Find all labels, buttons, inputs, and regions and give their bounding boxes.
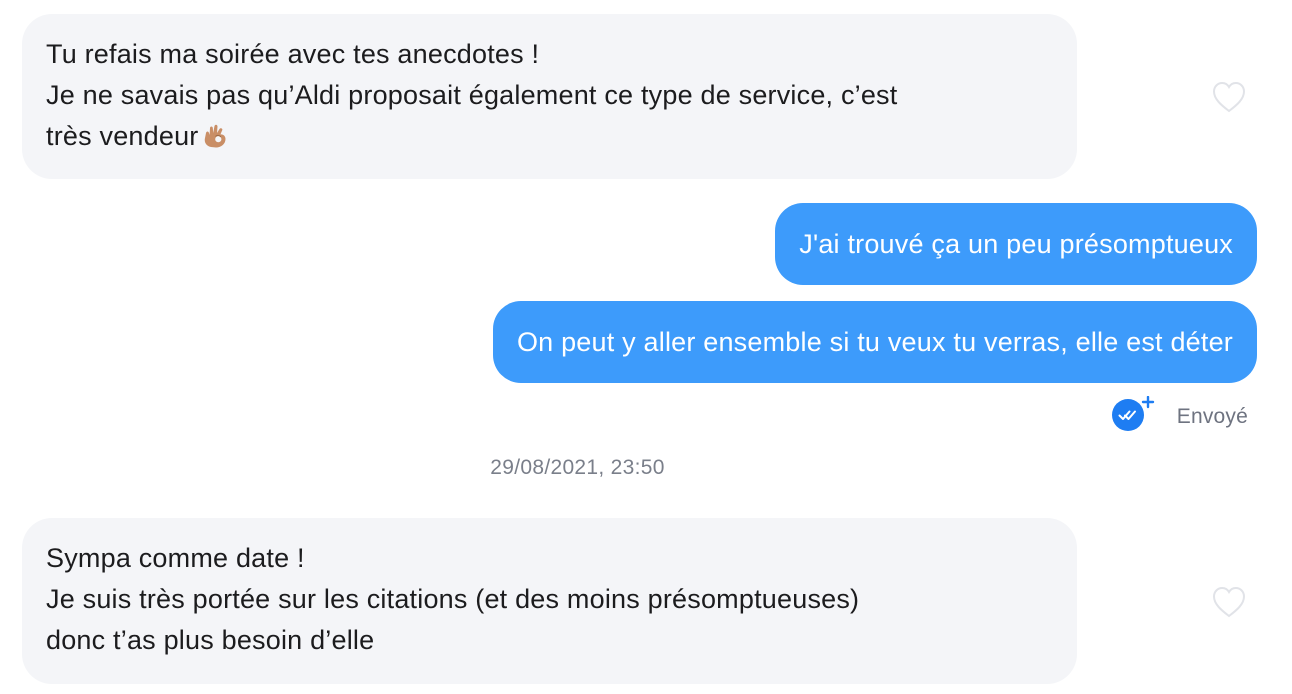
message-text-line: très vendeur — [46, 116, 1053, 161]
like-heart-icon[interactable] — [1211, 80, 1247, 114]
status-label: Envoyé — [1176, 404, 1248, 428]
message-text-line: Sympa comme date ! — [46, 543, 305, 573]
sent-message-bubble[interactable]: J'ai trouvé ça un peu présomptueux — [775, 203, 1257, 285]
double-check-plus-icon — [1111, 395, 1155, 437]
delivery-status: Envoyé — [1111, 395, 1248, 437]
message-text-line: donc t’as plus besoin d’elle — [46, 625, 375, 655]
like-heart-icon[interactable] — [1211, 585, 1247, 619]
received-message-bubble[interactable]: Sympa comme date ! Je suis très portée s… — [22, 518, 1077, 684]
message-text-line: Je ne savais pas qu’Aldi proposait égale… — [46, 80, 898, 110]
received-message-bubble[interactable]: Tu refais ma soirée avec tes anecdotes !… — [22, 14, 1077, 179]
message-text: On peut y aller ensemble si tu veux tu v… — [516, 327, 1233, 357]
ok-hand-emoji-icon — [202, 120, 230, 161]
message-timestamp: 29/08/2021, 23:50 — [490, 456, 665, 479]
message-text-line: Je suis très portée sur les citations (e… — [46, 584, 860, 614]
message-text-line: Tu refais ma soirée avec tes anecdotes ! — [46, 39, 540, 69]
sent-message-bubble[interactable]: On peut y aller ensemble si tu veux tu v… — [492, 301, 1257, 383]
message-text: J'ai trouvé ça un peu présomptueux — [799, 229, 1233, 259]
